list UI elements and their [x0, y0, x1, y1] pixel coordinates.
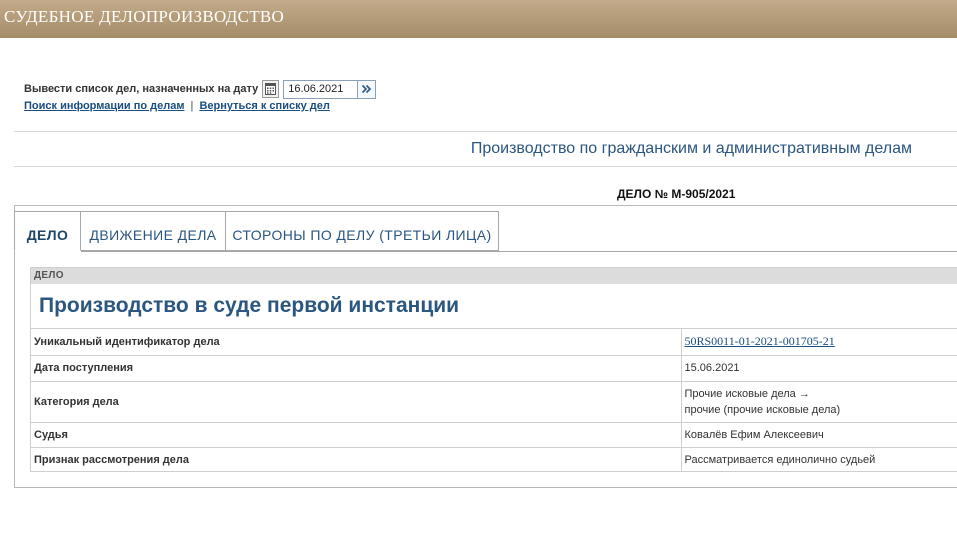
table-row: Дата поступления 15.06.2021 — [31, 355, 957, 382]
row-value: Рассматривается единолично судьей — [684, 453, 876, 466]
card-header: ДЕЛО — [31, 268, 957, 284]
row-value: 15.06.2021 — [681, 355, 957, 382]
table-row: Категория дела Прочие исковые дела → про… — [31, 381, 957, 423]
row-key: Дата поступления — [31, 355, 682, 382]
case-info-card: ДЕЛО Производство в суде первой инстанци… — [30, 267, 957, 472]
case-info-table: Уникальный идентификатор дела 50RS0011-0… — [31, 329, 957, 472]
row-value: Прочие исковые дела → прочие (прочие иск… — [681, 381, 957, 423]
nav-links: Поиск информации по делам | Вернуться к … — [24, 100, 330, 112]
calendar-icon[interactable] — [262, 80, 280, 98]
tab-case-parties[interactable]: СТОРОНЫ ПО ДЕЛУ (ТРЕТЬИ ЛИЦА) — [226, 211, 499, 251]
card-title: Производство в суде первой инстанции — [31, 284, 957, 329]
case-number: ДЕЛО № М-905/2021 — [617, 187, 736, 201]
row-key: Судья — [31, 422, 682, 448]
case-tabs: ДЕЛО ДВИЖЕНИЕ ДЕЛА СТОРОНЫ ПО ДЕЛУ (ТРЕТ… — [14, 211, 499, 251]
date-input[interactable] — [283, 79, 358, 99]
divider-bottom — [14, 166, 957, 167]
section-title: Производство по гражданским и администра… — [470, 140, 912, 157]
table-row: Признак рассмотрения дела Рассматриваетс… — [31, 447, 957, 472]
category-line-1: Прочие исковые дела → — [684, 387, 810, 400]
divider-top — [14, 131, 957, 132]
row-key: Признак рассмотрения дела — [31, 447, 682, 472]
top-header-bar: СУДЕБНОЕ ДЕЛОПРОИЗВОДСТВО — [0, 0, 957, 38]
row-value: Ковалёв Ефим Алексеевич — [681, 422, 957, 448]
search-cases-link[interactable]: Поиск информации по делам — [24, 100, 184, 112]
date-filter-row: Вывести список дел, назначенных на дату — [24, 79, 377, 99]
category-line-2: прочие (прочие исковые дела) — [684, 403, 841, 416]
row-value: 50RS0011-01-2021-001705-21 — [681, 329, 957, 356]
row-key: Уникальный идентификатор дела — [31, 329, 682, 356]
tab-case-movement[interactable]: ДВИЖЕНИЕ ДЕЛА — [81, 211, 226, 251]
back-to-list-link[interactable]: Вернуться к списку дел — [199, 100, 329, 112]
case-uid-link[interactable]: 50RS0011-01-2021-001705-21 — [685, 334, 835, 348]
tab-strip-line — [81, 251, 957, 252]
row-key: Категория дела — [31, 381, 682, 423]
date-filter-label: Вывести список дел, назначенных на дату — [24, 83, 259, 95]
table-row: Судья Ковалёв Ефим Алексеевич — [31, 422, 957, 448]
table-row: Уникальный идентификатор дела 50RS0011-0… — [31, 329, 957, 356]
tab-case[interactable]: ДЕЛО — [14, 211, 81, 251]
link-separator: | — [190, 100, 194, 112]
app-title: СУДЕБНОЕ ДЕЛОПРОИЗВОДСТВО — [4, 7, 285, 26]
double-chevron-right-icon[interactable] — [357, 79, 377, 99]
